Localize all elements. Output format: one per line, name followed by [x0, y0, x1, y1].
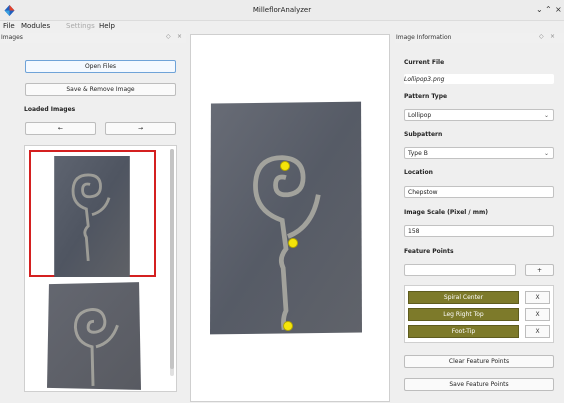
previous-image-button[interactable]: ← [25, 122, 96, 135]
feature-marker-leg-right-top[interactable] [288, 238, 298, 248]
image-scale-input[interactable]: 158 [404, 225, 554, 237]
remove-leg-right-top-button[interactable]: X [525, 308, 550, 321]
save-remove-image-button[interactable]: Save & Remove Image [25, 83, 176, 96]
lollipop-thumbnail-image [54, 156, 130, 277]
list-scrollbar[interactable] [170, 149, 174, 376]
image-thumbnail-selected[interactable] [29, 150, 156, 277]
pattern-type-select[interactable]: Lollipop ⌄ [404, 109, 554, 121]
menu-settings[interactable]: Settings [66, 22, 95, 30]
dock-float-icon[interactable]: ◇ [166, 33, 171, 40]
feature-points-label: Feature Points [404, 248, 454, 255]
title-bar: MilleflorAnalyzer ⌄ ⌃ × [0, 0, 564, 21]
info-dock-header: Image Information ◇ × [395, 33, 564, 43]
subpattern-label: Subpattern [404, 131, 443, 138]
images-dock-header: Images ◇ × [0, 33, 186, 43]
maximize-icon[interactable]: ⌃ [545, 5, 552, 15]
loaded-images-label: Loaded Images [24, 106, 76, 113]
dock-float-icon[interactable]: ◇ [539, 33, 544, 40]
minimize-icon[interactable]: ⌄ [536, 5, 543, 15]
dock-close-icon[interactable]: × [177, 33, 182, 40]
arrow-left-icon: ← [57, 125, 64, 132]
scrollbar-thumb[interactable] [170, 149, 174, 369]
remove-spiral-center-button[interactable]: X [525, 291, 550, 304]
close-icon[interactable]: × [555, 5, 562, 15]
image-scale-label: Image Scale (Pixel / mm) [404, 209, 488, 216]
menu-modules[interactable]: Modules [21, 22, 50, 30]
clear-feature-points-button[interactable]: Clear Feature Points [404, 355, 554, 368]
images-dock-title: Images [1, 34, 23, 41]
arrow-right-icon: → [137, 125, 144, 132]
feature-marker-spiral-center[interactable] [280, 161, 290, 171]
menu-file[interactable]: File [3, 22, 15, 30]
open-files-button[interactable]: Open Files [25, 60, 176, 73]
subpattern-value: Type B [408, 149, 428, 157]
location-label: Location [404, 169, 433, 176]
pattern-type-value: Lollipop [408, 111, 432, 119]
location-input[interactable]: Chepstow [404, 186, 554, 198]
chevron-down-icon: ⌄ [543, 112, 549, 119]
save-feature-points-button[interactable]: Save Feature Points [404, 378, 554, 391]
feature-point-spiral-center[interactable]: Spiral Center [408, 291, 519, 304]
info-dock-title: Image Information [396, 34, 452, 41]
remove-foot-tip-button[interactable]: X [525, 325, 550, 338]
feature-points-list: Spiral Center X Leg Right Top X Foot-Tip… [404, 285, 554, 343]
feature-point-name-input[interactable] [404, 264, 516, 276]
dock-close-icon[interactable]: × [550, 33, 555, 40]
loaded-images-list[interactable] [24, 145, 177, 392]
image-thumbnail[interactable] [47, 282, 141, 390]
add-feature-point-button[interactable]: + [525, 264, 554, 276]
chevron-down-icon: ⌄ [543, 150, 549, 157]
feature-point-leg-right-top[interactable]: Leg Right Top [408, 308, 519, 321]
feature-point-foot-tip[interactable]: Foot-Tip [408, 325, 519, 338]
feature-marker-foot-tip[interactable] [283, 321, 293, 331]
main-image[interactable] [210, 97, 362, 339]
menu-bar: File Modules Settings Help [0, 21, 564, 33]
next-image-button[interactable]: → [105, 122, 176, 135]
current-file-value: Lollipop3.png [404, 74, 554, 84]
current-file-label: Current File [404, 59, 445, 66]
menu-help[interactable]: Help [99, 22, 115, 30]
subpattern-select[interactable]: Type B ⌄ [404, 147, 554, 159]
window-title: MilleflorAnalyzer [252, 6, 312, 14]
pattern-type-label: Pattern Type [404, 93, 448, 100]
image-canvas[interactable] [190, 34, 390, 402]
